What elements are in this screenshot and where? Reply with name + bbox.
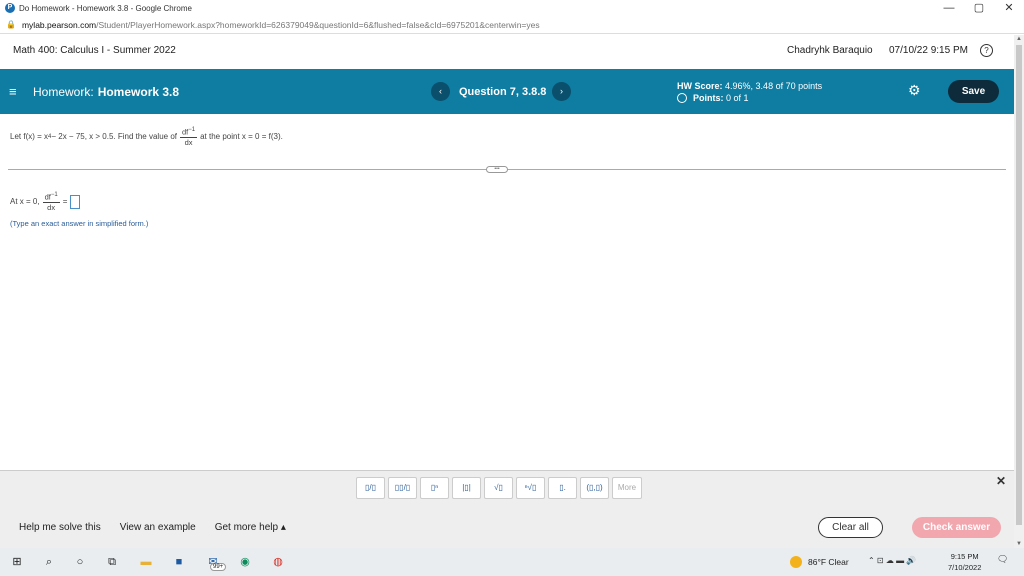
weather-text: 86°F Clear [808, 557, 849, 567]
edge-icon[interactable]: ◉ [237, 554, 253, 570]
question-points: Points: 0 of 1 [677, 93, 749, 103]
question-prefix: Let f(x) = x [10, 132, 49, 142]
url-path: /Student/PlayerHomework.aspx?homeworkId=… [96, 19, 540, 30]
ordered-pair-tool-button[interactable]: (▯,▯) [580, 477, 609, 499]
course-title: Math 400: Calculus I - Summer 2022 [13, 45, 176, 56]
menu-icon[interactable]: ≡ [9, 84, 17, 99]
search-icon[interactable]: ⌕ [41, 554, 57, 570]
homework-name: Homework 3.8 [97, 85, 180, 99]
homework-title: Homework: Homework 3.8 [33, 85, 179, 99]
answer-hint: (Type an exact answer in simplified form… [10, 219, 149, 228]
answer-numerator-sup: −1 [50, 192, 58, 198]
clear-all-button[interactable]: Clear all [818, 517, 883, 538]
save-button[interactable]: Save [948, 80, 999, 103]
fraction-numerator: df−1 [180, 127, 198, 138]
weather-widget[interactable]: 86°F Clear [790, 556, 849, 568]
app-header: Math 400: Calculus I - Summer 2022 Chadr… [0, 35, 1014, 69]
decimal-tool-button[interactable]: ▯. [548, 477, 577, 499]
question-label[interactable]: Question 7, 3.8.8 [459, 86, 546, 98]
pearson-favicon-icon: P [5, 3, 15, 13]
file-explorer-icon[interactable]: ▬ [138, 554, 154, 570]
answer-line: At x = 0, df−1 dx = [10, 192, 81, 212]
mixed-number-tool-button[interactable]: ▯▯/▯ [388, 477, 417, 499]
chrome-icon[interactable]: ◍ [270, 554, 286, 570]
square-root-tool-button[interactable]: √▯ [484, 477, 513, 499]
hw-score: HW Score: 4.96%, 3.48 of 70 points [677, 81, 822, 91]
settings-gear-icon[interactable]: ⚙ [908, 82, 921, 99]
points-value: 0 of 1 [726, 93, 749, 103]
close-toolbar-icon[interactable]: ✕ [996, 474, 1006, 488]
minimize-button[interactable]: — [934, 0, 964, 16]
address-bar[interactable]: 🔒 mylab.pearson.com/Student/PlayerHomewo… [0, 16, 1024, 34]
task-view-icon[interactable]: ⧉ [104, 554, 120, 570]
answer-input[interactable] [70, 194, 81, 209]
browser-titlebar: P Do Homework - Homework 3.8 - Google Ch… [0, 0, 1024, 16]
clock-date: 7/10/2022 [948, 563, 982, 572]
help-me-solve-link[interactable]: Help me solve this [19, 522, 101, 533]
url-domain: mylab.pearson.com [21, 19, 97, 30]
clock-time: 9:15 PM [950, 552, 979, 561]
lock-icon: 🔒 [6, 20, 16, 29]
scroll-up-icon[interactable]: ▲ [1014, 36, 1024, 42]
window-controls: — ▢ ✕ [934, 0, 1024, 16]
scroll-down-icon[interactable]: ▼ [1014, 541, 1024, 547]
numerator-sup: −1 [188, 127, 196, 133]
notification-icon[interactable]: 🗨 [997, 554, 1011, 568]
page-scrollbar[interactable]: ▲ ▼ [1014, 35, 1024, 548]
answer-fraction: df−1 dx [42, 192, 60, 212]
system-tray-icons[interactable]: ⌃ ⊡ ☁ ▬ 🔊 [868, 556, 916, 565]
scrollbar-thumb[interactable] [1016, 45, 1022, 525]
math-palette: ▯/▯ ▯▯/▯ ▯ⁿ |▯| √▯ ⁿ√▯ ▯. (▯,▯) More [356, 477, 642, 499]
previous-question-button[interactable]: ‹ [431, 82, 450, 101]
taskbar-clock[interactable]: 9:15 PM 7/10/2022 [948, 551, 981, 573]
get-more-help-link[interactable]: Get more help ▴ [215, 522, 286, 533]
question-fraction: df−1 dx [180, 127, 198, 147]
question-text: Let f(x) = x4 − 2x − 75, x > 0.5. Find t… [10, 127, 283, 147]
question-middle: − 2x − 75, x > 0.5. Find the value of [51, 132, 177, 142]
answer-equals: = [62, 197, 68, 207]
hw-score-value: 4.96%, 3.48 of 70 points [725, 81, 823, 91]
windows-start-icon[interactable]: ⊞ [9, 554, 25, 570]
help-links: Help me solve this View an example Get m… [19, 522, 286, 533]
moon-icon [790, 556, 802, 568]
next-question-button[interactable]: › [552, 82, 571, 101]
fraction-denominator: dx [184, 137, 193, 147]
cortana-icon[interactable]: ○ [72, 554, 88, 570]
mail-badge: 99+ [210, 563, 227, 571]
user-name[interactable]: Chadryhk Baraquio [787, 45, 873, 56]
window-title: Do Homework - Homework 3.8 - Google Chro… [19, 3, 192, 13]
homework-label: Homework: [33, 85, 94, 99]
header-datetime: 07/10/22 9:15 PM [889, 45, 968, 56]
homework-bar: ≡ Homework: Homework 3.8 ‹ Question 7, 3.… [0, 69, 1014, 114]
absolute-value-tool-button[interactable]: |▯| [452, 477, 481, 499]
question-suffix: at the point x = 0 = f(3). [200, 132, 283, 142]
exponent-tool-button[interactable]: ▯ⁿ [420, 477, 449, 499]
help-icon[interactable]: ? [980, 44, 993, 57]
points-ring-icon [677, 93, 687, 103]
maximize-button[interactable]: ▢ [964, 0, 994, 16]
fraction-tool-button[interactable]: ▯/▯ [356, 477, 385, 499]
answer-fraction-denominator: dx [47, 202, 56, 212]
view-example-link[interactable]: View an example [120, 522, 196, 533]
check-answer-button[interactable]: Check answer [912, 517, 1001, 538]
store-icon[interactable]: ■ [171, 554, 187, 570]
points-label: Points: [693, 93, 724, 103]
nth-root-tool-button[interactable]: ⁿ√▯ [516, 477, 545, 499]
answer-prefix: At x = 0, [10, 197, 40, 207]
answer-toolbar: ▯/▯ ▯▯/▯ ▯ⁿ |▯| √▯ ⁿ√▯ ▯. (▯,▯) More ✕ H… [0, 470, 1014, 548]
close-window-button[interactable]: ✕ [994, 0, 1024, 16]
answer-fraction-numerator: df−1 [42, 192, 60, 203]
hw-score-label: HW Score: [677, 81, 723, 91]
more-tools-button[interactable]: More [612, 477, 642, 499]
windows-taskbar: ⊞ ⌕ ○ ⧉ ▬ ■ ✉ 99+ ◉ ◍ 86°F Clear ⌃ ⊡ ☁ ▬… [0, 548, 1024, 576]
expand-handle-icon[interactable]: ••• [486, 166, 508, 173]
